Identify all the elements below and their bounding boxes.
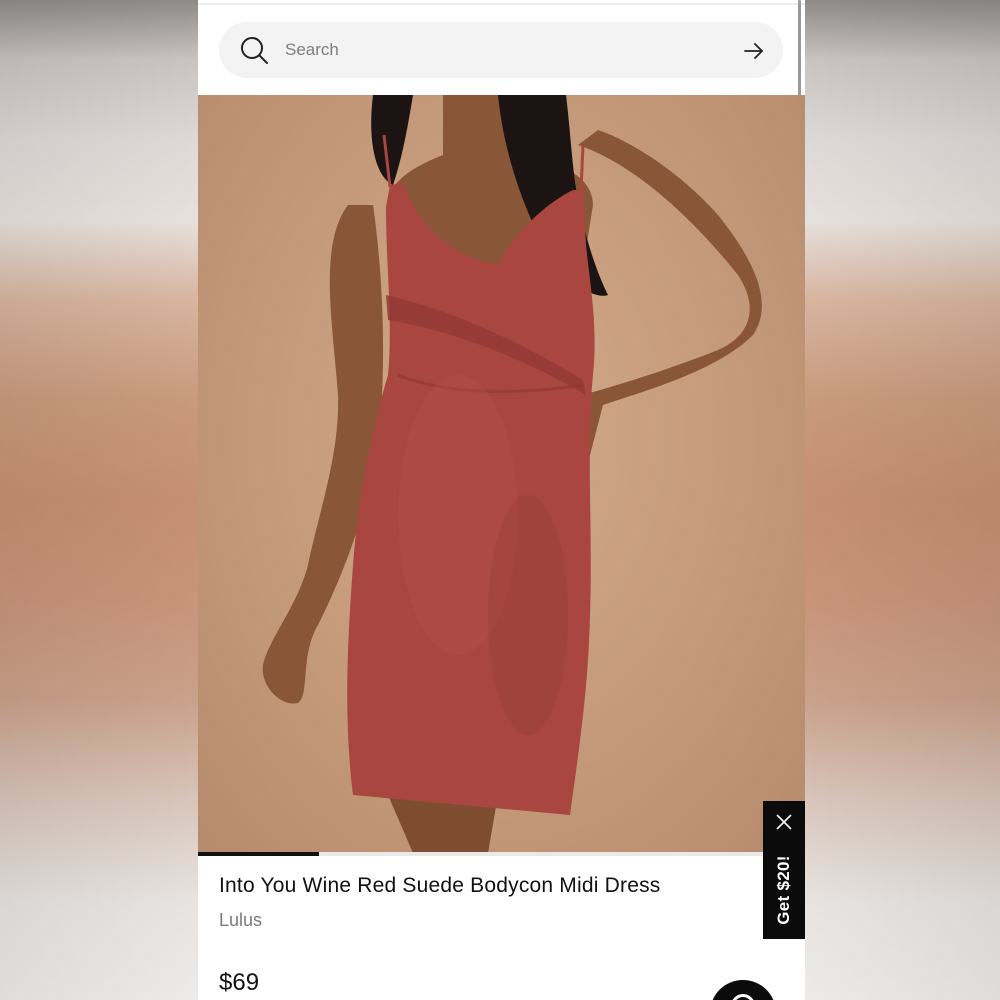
arrow-right-icon[interactable] (743, 40, 765, 62)
search-bar[interactable] (219, 22, 783, 78)
product-title: Into You Wine Red Suede Bodycon Midi Dre… (219, 874, 661, 897)
close-icon[interactable] (775, 813, 793, 831)
gallery-progress (198, 852, 805, 856)
top-divider (198, 3, 805, 5)
background-shade-left (0, 0, 198, 1000)
promo-tab[interactable]: Get $20! (763, 801, 805, 939)
product-brand[interactable]: Lulus (219, 910, 262, 931)
product-price: $69 (219, 969, 260, 996)
phone-screen: Into You Wine Red Suede Bodycon Midi Dre… (198, 0, 805, 1000)
model-illustration (262, 95, 762, 853)
gallery-progress-fill (198, 852, 320, 856)
promo-label[interactable]: Get $20! (774, 855, 794, 925)
background-shade-right (802, 0, 1000, 1000)
search-input[interactable] (285, 32, 725, 68)
promo-label-wrap[interactable]: Get $20! (763, 845, 805, 935)
search-icon[interactable] (239, 35, 269, 65)
product-image[interactable] (198, 95, 805, 853)
chat-icon[interactable] (731, 994, 755, 1000)
